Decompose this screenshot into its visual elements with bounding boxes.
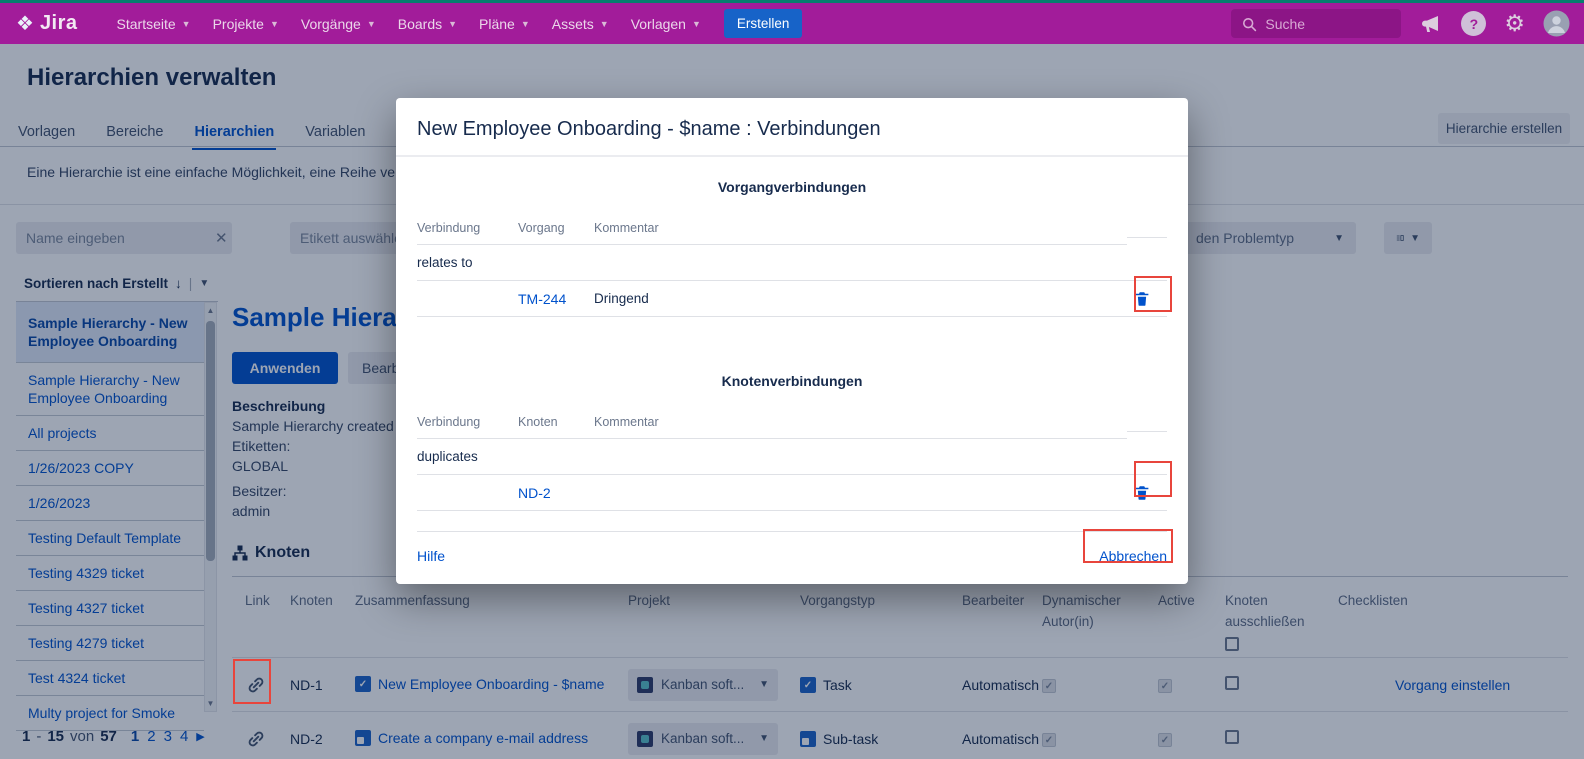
node-link-row: ND-2 <box>417 475 1167 511</box>
top-nav-right: ? ⚙ <box>1231 9 1570 38</box>
create-button[interactable]: Erstellen <box>724 9 803 38</box>
issue-links-heading: Vorgangverbindungen <box>417 179 1167 195</box>
jira-logo-text: Jira <box>40 12 78 35</box>
chevron-down-icon: ▼ <box>521 19 530 29</box>
issue-link-row: TM-244 Dringend <box>417 281 1167 317</box>
nav-item-vorgaenge[interactable]: Vorgänge▼ <box>301 16 376 32</box>
cancel-link[interactable]: Abbrechen <box>1099 548 1167 564</box>
connections-dialog: New Employee Onboarding - $name : Verbin… <box>396 98 1188 584</box>
nav-item-assets[interactable]: Assets▼ <box>552 16 609 32</box>
dialog-body: Vorgangverbindungen Verbindung Vorgang K… <box>396 179 1188 511</box>
jira-logo-icon: ❖ <box>16 14 34 34</box>
nav-item-projekte[interactable]: Projekte▼ <box>213 16 279 32</box>
col-kommentar: Kommentar <box>594 215 1127 245</box>
col-actions <box>1127 222 1167 238</box>
nav-item-startseite[interactable]: Startseite▼ <box>117 16 191 32</box>
dialog-footer: Hilfe Abbrechen <box>417 531 1167 584</box>
delete-issue-link-button[interactable] <box>1127 286 1167 312</box>
node-links-heading: Knotenverbindungen <box>417 373 1167 389</box>
gear-icon[interactable]: ⚙ <box>1504 12 1525 35</box>
chevron-down-icon: ▼ <box>448 19 457 29</box>
megaphone-icon[interactable] <box>1419 12 1443 36</box>
search-input[interactable] <box>1265 16 1380 32</box>
node-key-link[interactable]: ND-2 <box>518 485 594 501</box>
dialog-title-divider <box>396 155 1188 157</box>
chevron-down-icon: ▼ <box>182 19 191 29</box>
node-links-header: Verbindung Knoten Kommentar <box>417 409 1167 439</box>
issue-links-header: Verbindung Vorgang Kommentar <box>417 215 1167 245</box>
delete-node-link-button[interactable] <box>1127 480 1167 506</box>
chevron-down-icon: ▼ <box>692 19 701 29</box>
issue-key-link[interactable]: TM-244 <box>518 291 594 307</box>
col-kommentar: Kommentar <box>594 409 1127 439</box>
col-actions <box>1127 416 1167 432</box>
search-icon <box>1241 16 1257 32</box>
col-vorgang: Vorgang <box>518 215 594 245</box>
jira-hierarchy-page: ❖ Jira Startseite▼ Projekte▼ Vorgänge▼ B… <box>0 0 1584 759</box>
col-verbindung: Verbindung <box>417 409 518 439</box>
col-knoten: Knoten <box>518 409 594 439</box>
chevron-down-icon: ▼ <box>270 19 279 29</box>
link-type: duplicates <box>417 449 518 464</box>
help-icon[interactable]: ? <box>1461 11 1486 36</box>
link-type: relates to <box>417 255 518 270</box>
node-link-type-row: duplicates <box>417 439 1167 475</box>
issue-comment: Dringend <box>594 291 1127 306</box>
issue-link-type-row: relates to <box>417 245 1167 281</box>
user-avatar[interactable] <box>1543 10 1570 37</box>
nav-item-vorlagen[interactable]: Vorlagen▼ <box>631 16 701 32</box>
col-verbindung: Verbindung <box>417 215 518 245</box>
top-nav: ❖ Jira Startseite▼ Projekte▼ Vorgänge▼ B… <box>0 0 1584 44</box>
chevron-down-icon: ▼ <box>367 19 376 29</box>
global-search[interactable] <box>1231 9 1401 38</box>
chevron-down-icon: ▼ <box>600 19 609 29</box>
nav-item-boards[interactable]: Boards▼ <box>398 16 457 32</box>
help-link[interactable]: Hilfe <box>417 548 445 564</box>
trash-icon <box>1133 290 1151 308</box>
nav-item-plaene[interactable]: Pläne▼ <box>479 16 530 32</box>
jira-logo[interactable]: ❖ Jira <box>16 12 78 35</box>
dialog-title: New Employee Onboarding - $name : Verbin… <box>396 98 1188 155</box>
trash-icon <box>1133 484 1151 502</box>
